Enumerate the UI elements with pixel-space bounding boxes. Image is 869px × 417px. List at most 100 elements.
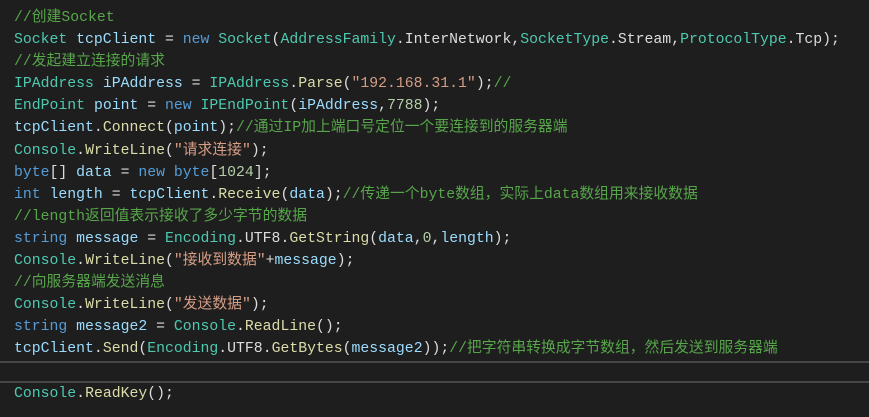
code-token: InterNetwork xyxy=(404,32,512,49)
code-token: . xyxy=(395,32,405,49)
code-line[interactable]: //发起建立连接的请求 xyxy=(14,51,869,73)
code-comment: //发起建立连接的请求 xyxy=(14,54,165,71)
code-token: byte xyxy=(173,164,210,181)
code-token: Console xyxy=(14,297,77,314)
code-token: ( xyxy=(342,341,352,358)
code-token: tcpClient xyxy=(129,186,210,203)
code-token: = xyxy=(138,98,165,115)
code-token: UTF8 xyxy=(244,230,281,247)
current-line[interactable] xyxy=(0,360,869,383)
code-token: UTF8 xyxy=(227,341,263,358)
code-token: message2 xyxy=(351,341,423,358)
code-comment: //把字符串转换成字节数组，然后发送到服务器端 xyxy=(449,341,778,358)
code-token: Console xyxy=(14,253,77,270)
code-token: tcpClient xyxy=(14,341,94,358)
code-token: ReadLine xyxy=(244,319,316,336)
code-comment: //通过IP加上端口号定位一个要连接到的服务器端 xyxy=(236,120,568,137)
code-line[interactable]: Console.WriteLine("发送数据"); xyxy=(14,294,869,316)
code-line[interactable]: tcpClient.Connect(point);//通过IP加上端口号定位一个… xyxy=(14,117,869,139)
code-token: . xyxy=(76,142,86,159)
code-token: ); xyxy=(493,230,512,247)
code-token: ); xyxy=(336,253,355,270)
code-token: ); xyxy=(250,142,269,159)
code-token: Socket xyxy=(14,32,68,49)
code-token: ProtocolType xyxy=(680,32,787,49)
code-token: data xyxy=(289,186,325,203)
code-line[interactable]: tcpClient.Send(Encoding.UTF8.GetBytes(me… xyxy=(14,338,869,360)
code-token: IPEndPoint xyxy=(200,98,290,115)
code-token: ); xyxy=(475,76,494,93)
code-line[interactable]: //length返回值表示接收了多少字节的数据 xyxy=(14,206,869,228)
code-line[interactable]: IPAddress iPAddress = IPAddress.Parse("1… xyxy=(14,73,869,95)
code-token: message xyxy=(274,253,337,270)
code-token: Parse xyxy=(298,76,343,93)
code-token: , xyxy=(671,32,681,49)
code-token: ( xyxy=(289,98,299,115)
code-token: = xyxy=(182,76,210,93)
code-line[interactable]: string message2 = Console.ReadLine(); xyxy=(14,316,869,338)
code-token: . xyxy=(209,186,219,203)
code-token: GetString xyxy=(289,230,370,247)
code-token: . xyxy=(93,120,103,137)
code-token: [] xyxy=(49,164,77,181)
code-line[interactable]: byte[] data = new byte[1024]; xyxy=(14,162,869,184)
code-token: ); xyxy=(218,120,237,137)
code-token: ( xyxy=(164,142,174,159)
code-token: ( xyxy=(164,253,174,270)
code-token: Socket xyxy=(218,32,272,49)
code-token: Receive xyxy=(218,186,281,203)
code-token: ); xyxy=(422,98,441,115)
code-line[interactable]: Socket tcpClient = new Socket(AddressFam… xyxy=(14,29,869,51)
code-token: int xyxy=(14,186,41,203)
code-token: IPAddress xyxy=(14,76,94,93)
code-token: . xyxy=(280,230,290,247)
code-token: ]; xyxy=(253,164,272,181)
code-line[interactable]: Console.ReadKey(); xyxy=(14,383,869,405)
code-line[interactable]: //创建Socket xyxy=(14,7,869,29)
code-token: IPAddress xyxy=(209,76,290,93)
code-token: ); xyxy=(250,297,269,314)
code-token: [ xyxy=(209,164,219,181)
code-line[interactable]: Console.WriteLine("接收到数据"+message); xyxy=(14,250,869,272)
code-line[interactable]: Console.WriteLine("请求连接"); xyxy=(14,140,869,162)
code-token: message2 xyxy=(76,319,148,336)
code-comment: // xyxy=(493,76,512,93)
code-token: . xyxy=(236,230,245,247)
code-token: byte xyxy=(14,164,50,181)
code-token: "接收到数据" xyxy=(173,253,266,270)
code-comment: //创建Socket xyxy=(14,10,115,26)
code-line[interactable]: EndPoint point = new IPEndPoint(iPAddres… xyxy=(14,95,869,117)
code-token: ( xyxy=(164,297,174,314)
code-token: data xyxy=(76,164,112,181)
code-token: "发送数据" xyxy=(173,297,251,314)
code-token: EndPoint xyxy=(14,98,86,115)
code-token: string xyxy=(14,319,68,336)
code-token: WriteLine xyxy=(85,253,165,270)
code-token: . xyxy=(93,341,103,358)
code-token: Stream xyxy=(617,32,672,49)
code-line[interactable]: string message = Encoding.UTF8.GetString… xyxy=(14,228,869,250)
code-editor[interactable]: //创建Socket Socket tcpClient = new Socket(… xyxy=(0,7,869,405)
code-line[interactable]: int length = tcpClient.Receive(data);//传… xyxy=(14,184,869,206)
code-token: ReadKey xyxy=(85,385,148,402)
code-token: Console xyxy=(14,385,77,402)
code-token: string xyxy=(14,230,68,247)
code-comment: //length返回值表示接收了多少字节的数据 xyxy=(14,208,307,225)
code-token: 1024 xyxy=(218,164,254,181)
code-token: . xyxy=(76,385,86,402)
code-token: Encoding xyxy=(147,341,219,358)
code-line[interactable]: //向服务器端发送消息 xyxy=(14,272,869,294)
code-comment: //向服务器端发送消息 xyxy=(14,275,165,292)
code-token: . xyxy=(786,32,796,49)
code-token: WriteLine xyxy=(85,142,165,159)
code-token: iPAddress xyxy=(298,98,379,115)
code-token: . xyxy=(76,253,86,270)
code-token: GetBytes xyxy=(271,341,343,358)
code-token: Console xyxy=(14,142,77,159)
code-token: new xyxy=(182,32,210,49)
